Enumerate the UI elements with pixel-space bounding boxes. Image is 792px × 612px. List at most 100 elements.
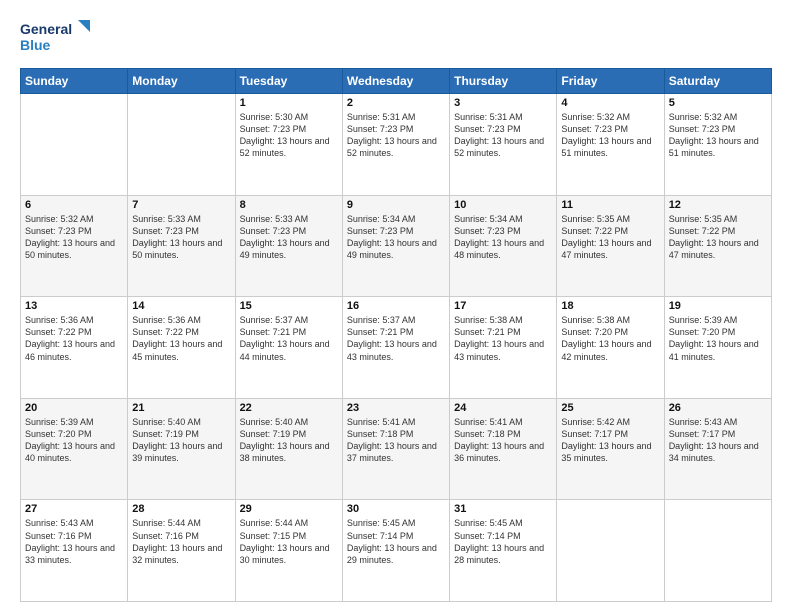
cell-info: Daylight: 13 hours and 47 minutes. <box>669 237 767 261</box>
cell-info: Sunset: 7:18 PM <box>347 428 445 440</box>
day-number: 10 <box>454 199 552 211</box>
cell-info: Sunrise: 5:31 AM <box>347 111 445 123</box>
cell-info: Sunrise: 5:32 AM <box>561 111 659 123</box>
calendar-week-row: 1Sunrise: 5:30 AMSunset: 7:23 PMDaylight… <box>21 94 772 196</box>
calendar-cell: 13Sunrise: 5:36 AMSunset: 7:22 PMDayligh… <box>21 297 128 399</box>
calendar-cell: 26Sunrise: 5:43 AMSunset: 7:17 PMDayligh… <box>664 398 771 500</box>
cell-info: Sunset: 7:23 PM <box>132 225 230 237</box>
cell-info: Daylight: 13 hours and 35 minutes. <box>561 440 659 464</box>
cell-info: Daylight: 13 hours and 52 minutes. <box>454 135 552 159</box>
cell-info: Sunset: 7:17 PM <box>561 428 659 440</box>
day-number: 30 <box>347 503 445 515</box>
calendar-cell <box>21 94 128 196</box>
cell-info: Daylight: 13 hours and 38 minutes. <box>240 440 338 464</box>
cell-info: Sunrise: 5:43 AM <box>669 416 767 428</box>
calendar-cell: 15Sunrise: 5:37 AMSunset: 7:21 PMDayligh… <box>235 297 342 399</box>
day-number: 17 <box>454 300 552 312</box>
calendar-cell: 23 Sunrise: 5:41 AMSunset: 7:18 PMDayligh… <box>342 398 449 500</box>
calendar-week-row: 27Sunrise: 5:43 AMSunset: 7:16 PMDayligh… <box>21 500 772 602</box>
cell-info: Sunset: 7:23 PM <box>454 123 552 135</box>
calendar-table: SundayMondayTuesdayWednesdayThursdayFrid… <box>20 68 772 602</box>
cell-info: Sunset: 7:18 PM <box>454 428 552 440</box>
cell-info: Daylight: 13 hours and 33 minutes. <box>25 542 123 566</box>
cell-info: Sunset: 7:22 PM <box>132 326 230 338</box>
cell-info: Daylight: 13 hours and 28 minutes. <box>454 542 552 566</box>
calendar-cell: 6Sunrise: 5:32 AMSunset: 7:23 PMDaylight… <box>21 195 128 297</box>
day-number: 12 <box>669 199 767 211</box>
cell-info: Sunrise: 5:38 AM <box>561 314 659 326</box>
calendar-cell <box>557 500 664 602</box>
cell-info: Sunrise: 5:35 AM <box>669 213 767 225</box>
day-number: 15 <box>240 300 338 312</box>
day-number: 31 <box>454 503 552 515</box>
day-number: 11 <box>561 199 659 211</box>
calendar-week-row: 6Sunrise: 5:32 AMSunset: 7:23 PMDaylight… <box>21 195 772 297</box>
cell-info: Daylight: 13 hours and 47 minutes. <box>561 237 659 261</box>
cell-info: Daylight: 13 hours and 52 minutes. <box>347 135 445 159</box>
cell-info: Sunrise: 5:41 AM <box>454 416 552 428</box>
cell-info: Sunset: 7:19 PM <box>240 428 338 440</box>
calendar-cell: 8Sunrise: 5:33 AMSunset: 7:23 PMDaylight… <box>235 195 342 297</box>
calendar-cell: 18Sunrise: 5:38 AMSunset: 7:20 PMDayligh… <box>557 297 664 399</box>
cell-info: Sunset: 7:23 PM <box>347 123 445 135</box>
cell-info: Sunrise: 5:40 AM <box>132 416 230 428</box>
cell-info: Sunset: 7:23 PM <box>454 225 552 237</box>
day-number: 18 <box>561 300 659 312</box>
calendar-cell: 20Sunrise: 5:39 AMSunset: 7:20 PMDayligh… <box>21 398 128 500</box>
day-number: 19 <box>669 300 767 312</box>
cell-info: Sunrise: 5:36 AM <box>132 314 230 326</box>
cell-info: Daylight: 13 hours and 45 minutes. <box>132 338 230 362</box>
calendar-cell: 29Sunrise: 5:44 AMSunset: 7:15 PMDayligh… <box>235 500 342 602</box>
cell-info: Sunrise: 5:37 AM <box>240 314 338 326</box>
calendar-cell: 19Sunrise: 5:39 AMSunset: 7:20 PMDayligh… <box>664 297 771 399</box>
cell-info: Sunrise: 5:35 AM <box>561 213 659 225</box>
cell-info: Sunrise: 5:33 AM <box>132 213 230 225</box>
cell-info: Sunset: 7:23 PM <box>669 123 767 135</box>
cell-info: Sunrise: 5:40 AM <box>240 416 338 428</box>
calendar-cell: 31Sunrise: 5:45 AMSunset: 7:14 PMDayligh… <box>450 500 557 602</box>
calendar-cell: 30 Sunrise: 5:45 AMSunset: 7:14 PMDayligh… <box>342 500 449 602</box>
cell-info: Sunrise: 5:44 AM <box>240 517 338 529</box>
cell-info: Sunrise: 5:34 AM <box>347 213 445 225</box>
cell-info: Daylight: 13 hours and 37 minutes. <box>347 440 445 464</box>
calendar-cell: 11Sunrise: 5:35 AMSunset: 7:22 PMDayligh… <box>557 195 664 297</box>
cell-info: Daylight: 13 hours and 49 minutes. <box>347 237 445 261</box>
cell-info: Daylight: 13 hours and 43 minutes. <box>347 338 445 362</box>
col-header-thursday: Thursday <box>450 69 557 94</box>
day-number: 6 <box>25 199 123 211</box>
cell-info: Sunrise: 5:45 AM <box>347 517 445 529</box>
cell-info: Sunrise: 5:30 AM <box>240 111 338 123</box>
day-number: 9 <box>347 199 445 211</box>
cell-info: Daylight: 13 hours and 48 minutes. <box>454 237 552 261</box>
calendar-cell: 5Sunrise: 5:32 AMSunset: 7:23 PMDaylight… <box>664 94 771 196</box>
page: General Blue SundayMondayTuesdayWednesda… <box>0 0 792 612</box>
cell-info: Sunset: 7:16 PM <box>132 530 230 542</box>
cell-info: Sunrise: 5:39 AM <box>669 314 767 326</box>
calendar-week-row: 13Sunrise: 5:36 AMSunset: 7:22 PMDayligh… <box>21 297 772 399</box>
col-header-wednesday: Wednesday <box>342 69 449 94</box>
day-number: 23 <box>347 402 445 414</box>
cell-info: Sunset: 7:23 PM <box>25 225 123 237</box>
col-header-friday: Friday <box>557 69 664 94</box>
day-number: 1 <box>240 97 338 109</box>
cell-info: Daylight: 13 hours and 51 minutes. <box>561 135 659 159</box>
cell-info: Sunrise: 5:41 AM <box>347 416 445 428</box>
cell-info: Sunrise: 5:42 AM <box>561 416 659 428</box>
cell-info: Sunset: 7:15 PM <box>240 530 338 542</box>
cell-info: Daylight: 13 hours and 52 minutes. <box>240 135 338 159</box>
calendar-cell: 10Sunrise: 5:34 AMSunset: 7:23 PMDayligh… <box>450 195 557 297</box>
cell-info: Daylight: 13 hours and 29 minutes. <box>347 542 445 566</box>
col-header-tuesday: Tuesday <box>235 69 342 94</box>
day-number: 22 <box>240 402 338 414</box>
col-header-saturday: Saturday <box>664 69 771 94</box>
logo: General Blue <box>20 18 90 58</box>
cell-info: Sunset: 7:23 PM <box>347 225 445 237</box>
cell-info: Sunset: 7:22 PM <box>669 225 767 237</box>
calendar-cell: 4Sunrise: 5:32 AMSunset: 7:23 PMDaylight… <box>557 94 664 196</box>
calendar-cell: 24Sunrise: 5:41 AMSunset: 7:18 PMDayligh… <box>450 398 557 500</box>
calendar-cell <box>128 94 235 196</box>
cell-info: Sunset: 7:14 PM <box>347 530 445 542</box>
cell-info: Sunset: 7:20 PM <box>561 326 659 338</box>
cell-info: Daylight: 13 hours and 30 minutes. <box>240 542 338 566</box>
cell-info: Daylight: 13 hours and 43 minutes. <box>454 338 552 362</box>
